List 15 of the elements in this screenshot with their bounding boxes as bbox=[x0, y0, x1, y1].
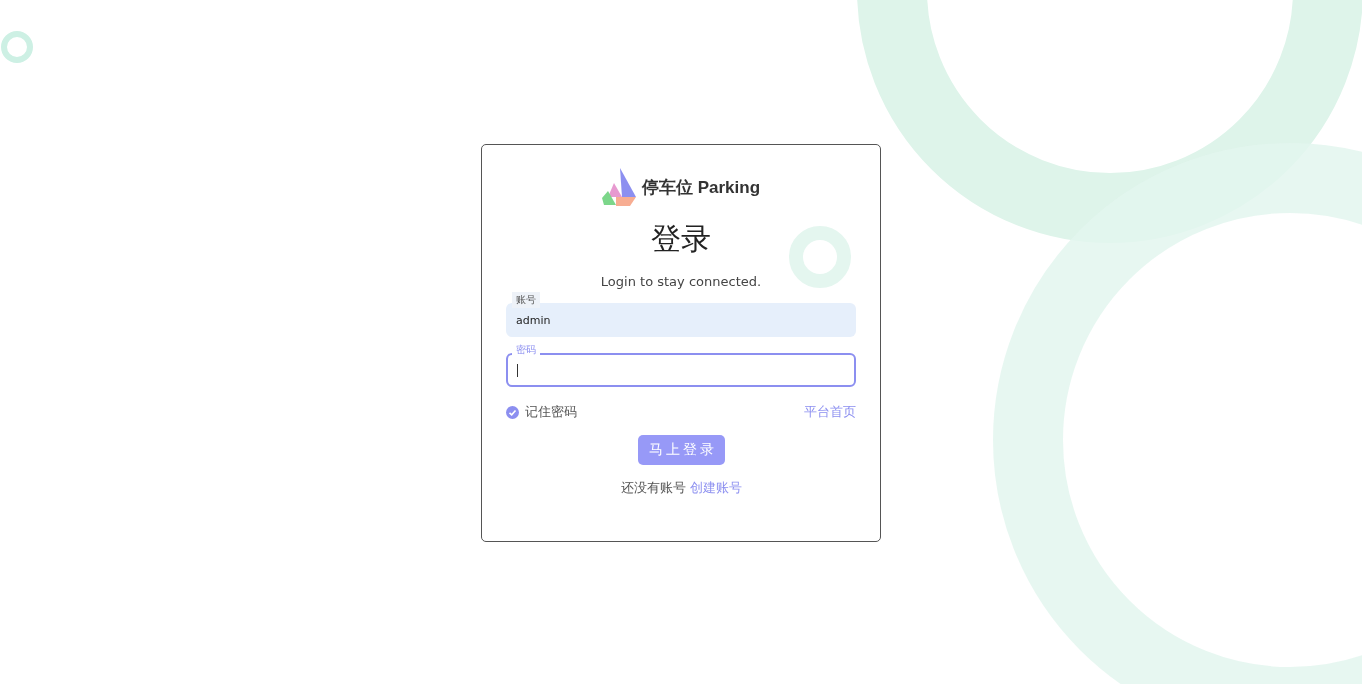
subtitle: Login to stay connected. bbox=[600, 274, 762, 289]
signup-link[interactable]: 创建账号 bbox=[689, 479, 742, 497]
remember-checkbox[interactable]: 记住密码 bbox=[506, 403, 577, 421]
signup-prompt: 还没有账号 bbox=[620, 479, 686, 497]
ring-drawing bbox=[789, 226, 851, 288]
brand-name: 停车位 Parking bbox=[641, 176, 761, 199]
login-button[interactable]: 马上登录 bbox=[637, 435, 725, 465]
field-label: 账号 bbox=[512, 292, 540, 308]
logo-icon bbox=[601, 167, 638, 207]
field-label: 密码 bbox=[512, 342, 540, 358]
input-field[interactable]: admin bbox=[506, 303, 856, 337]
home-link[interactable]: 平台首页 bbox=[804, 403, 856, 421]
input-field[interactable] bbox=[506, 353, 856, 387]
page-title: 登录 bbox=[651, 220, 711, 258]
ring-drawing bbox=[1, 31, 33, 63]
